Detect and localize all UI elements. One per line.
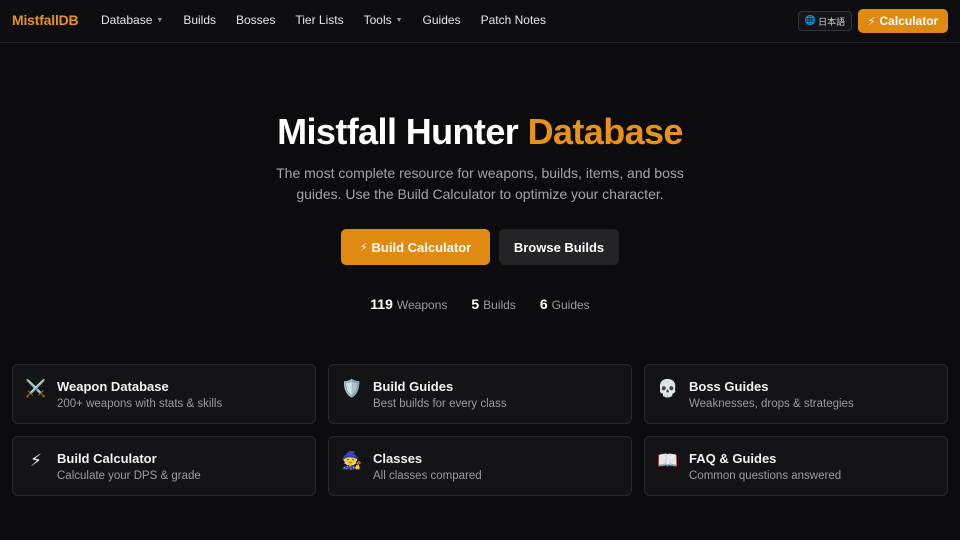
card-title: Build Calculator (57, 451, 157, 466)
stat-value: 6 (539, 296, 548, 312)
card-description: Common questions answered (689, 470, 842, 482)
card-title: Classes (373, 451, 423, 466)
card-description: 200+ weapons with stats & skills (57, 398, 223, 410)
site-logo[interactable]: MistfallDB (12, 12, 79, 28)
nav-patch-notes[interactable]: Patch Notes (481, 13, 546, 27)
card-build-calculator[interactable]: ⚡ Build Calculator Calculate your DPS & … (12, 436, 316, 496)
skull-icon: 💀 (657, 379, 679, 399)
card-description: All classes compared (373, 470, 482, 482)
card-faq-guides[interactable]: 📖 FAQ & Guides Common questions answered (644, 436, 948, 496)
card-title: Boss Guides (689, 379, 769, 394)
card-title: Weapon Database (57, 379, 169, 394)
chevron-down-icon: ▼ (156, 16, 164, 24)
nav-database[interactable]: Database ▼ (101, 13, 163, 27)
nav-guides[interactable]: Guides (423, 13, 461, 27)
hero-title-accent: Database (527, 111, 684, 152)
nav-tools[interactable]: Tools ▼ (364, 13, 403, 27)
globe-icon: 🌐 (804, 16, 817, 26)
card-classes[interactable]: 🧙 Classes All classes compared (328, 436, 632, 496)
stat-builds: 5 Builds (471, 296, 515, 312)
nav-builds-label: Builds (183, 13, 216, 27)
nav-patch-notes-label: Patch Notes (480, 13, 546, 27)
stat-guides: 6 Guides (540, 296, 590, 312)
nav-tier-lists-label: Tier Lists (295, 13, 344, 27)
browse-builds-button[interactable]: Browse Builds (499, 229, 619, 265)
card-weapon-database[interactable]: ⚔️ Weapon Database 200+ weapons with sta… (12, 364, 316, 424)
nav-guides-label: Guides (422, 13, 461, 27)
nav-links: Database ▼ Builds Bosses Tier Lists Tool… (101, 13, 566, 27)
card-description: Calculate your DPS & grade (57, 470, 201, 482)
stat-value: 5 (471, 296, 480, 312)
header-calculator-button[interactable]: ⚡ Calculator (858, 9, 948, 33)
book-icon: 📖 (657, 451, 679, 471)
lightning-icon: ⚡ (359, 240, 368, 254)
nav-bosses-label: Bosses (236, 13, 276, 27)
header-calculator-label: Calculator (879, 14, 939, 28)
stat-value: 119 (370, 296, 393, 312)
nav-database-label: Database (101, 13, 153, 27)
card-description: Best builds for every class (373, 398, 507, 410)
language-switcher[interactable]: 🌐 日本語 (798, 11, 852, 31)
language-label: 日本語 (818, 17, 846, 28)
wizard-icon: 🧙 (341, 451, 363, 471)
browse-builds-label: Browse Builds (513, 239, 605, 255)
card-title: FAQ & Guides (689, 451, 777, 466)
lightning-icon: ⚡ (30, 451, 42, 471)
nav-tier-lists[interactable]: Tier Lists (295, 13, 343, 27)
lightning-icon: ⚡ (867, 14, 876, 28)
card-description: Weaknesses, drops & strategies (689, 398, 854, 410)
nav-tools-label: Tools (363, 13, 392, 27)
crossed-swords-icon: ⚔️ (25, 379, 47, 399)
card-build-guides[interactable]: 🛡️ Build Guides Best builds for every cl… (328, 364, 632, 424)
hero-title-main: Mistfall Hunter (277, 111, 519, 152)
hero-subtitle: The most complete resource for weapons, … (276, 165, 684, 202)
nav-bosses[interactable]: Bosses (236, 13, 275, 27)
stat-weapons: 119 Weapons (370, 296, 447, 312)
stat-label: Builds (483, 298, 516, 312)
stat-label: Weapons (396, 298, 448, 312)
chevron-down-icon: ▼ (395, 16, 403, 24)
card-boss-guides[interactable]: 💀 Boss Guides Weaknesses, drops & strate… (644, 364, 948, 424)
nav-builds[interactable]: Builds (183, 13, 216, 27)
shield-icon: 🛡️ (341, 379, 363, 399)
card-title: Build Guides (373, 379, 454, 394)
hero-title: Mistfall Hunter Database (0, 111, 960, 153)
stat-label: Guides (551, 298, 590, 312)
top-nav: MistfallDB Database ▼ Builds Bosses Tier… (0, 0, 960, 43)
stats-row: 119 Weapons 5 Builds 6 Guides (0, 296, 960, 312)
build-calculator-button[interactable]: ⚡ Build Calculator (341, 229, 490, 265)
build-calculator-label: Build Calculator (371, 239, 472, 255)
